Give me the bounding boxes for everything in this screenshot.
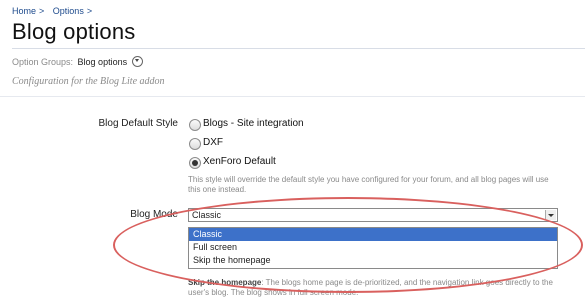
option-label-blogs-site-integration[interactable]: Blogs - Site integration — [203, 118, 304, 129]
breadcrumb: Home > Options > — [12, 6, 98, 16]
dropdown-option-skip-homepage[interactable]: Skip the homepage — [189, 254, 557, 267]
radio-xenforo-default[interactable] — [189, 157, 201, 169]
radio-blogs-site-integration[interactable] — [189, 119, 201, 131]
radio-dxf[interactable] — [189, 138, 201, 150]
page-title: Blog options — [12, 19, 136, 44]
blog-mode-dropdown: Classic Full screen Skip the homepage — [188, 227, 558, 269]
option-groups-label: Option Groups: — [12, 57, 74, 67]
breadcrumb-separator: > — [86, 6, 93, 16]
blog-mode-hint: Skip the homepage: The blogs home page i… — [188, 278, 558, 298]
option-label-xenforo-default[interactable]: XenForo Default — [203, 156, 276, 167]
divider — [12, 48, 585, 49]
blog-mode-value: Classic — [192, 210, 222, 220]
blog-default-style-label: Blog Default Style — [98, 118, 179, 129]
blog-mode-select[interactable]: Classic — [188, 208, 558, 222]
breadcrumb-separator: > — [39, 6, 45, 16]
blog-mode-hint-bold: Skip the homepage — [188, 278, 262, 287]
option-groups: Option Groups: Blog options — [12, 56, 143, 68]
chevron-down-icon[interactable] — [545, 210, 556, 220]
dropdown-option-full-screen[interactable]: Full screen — [189, 241, 557, 254]
breadcrumb-options[interactable]: Options — [53, 6, 84, 16]
chevron-down-icon[interactable] — [131, 56, 143, 68]
breadcrumb-home[interactable]: Home — [12, 6, 36, 16]
option-groups-value[interactable]: Blog options — [78, 57, 128, 67]
blog-style-hint: This style will override the default sty… — [188, 175, 549, 194]
option-label-dxf[interactable]: DXF — [203, 137, 223, 148]
page-description: Configuration for the Blog Lite addon — [12, 76, 165, 87]
blog-mode-label: Blog Mode — [130, 209, 178, 220]
dropdown-option-classic[interactable]: Classic — [189, 228, 557, 241]
